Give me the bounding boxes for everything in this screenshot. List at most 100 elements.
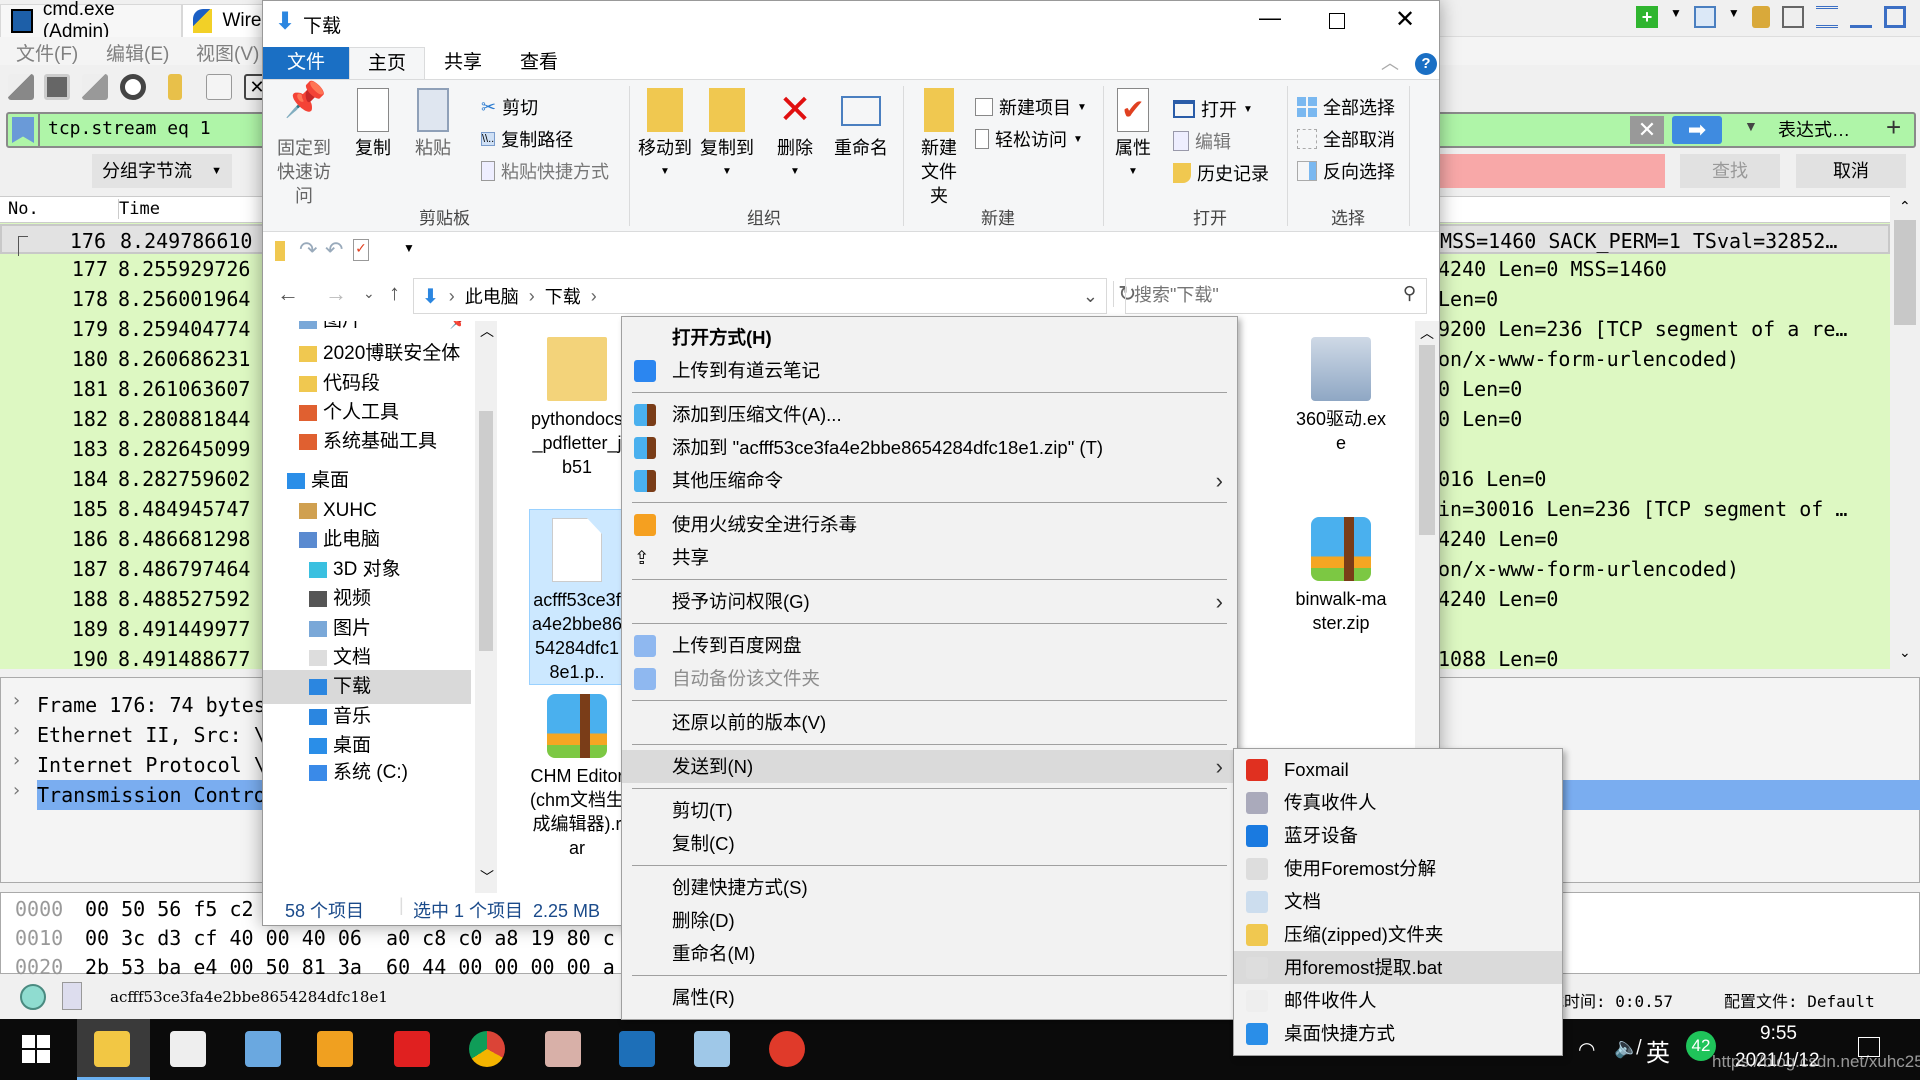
taskbar-photo-icon[interactable] [545, 1031, 581, 1067]
save-file-icon[interactable] [206, 74, 232, 100]
edit-button[interactable]: 编辑 [1173, 128, 1231, 154]
menu-item[interactable]: 属性(R) [622, 981, 1237, 1014]
collapse-ribbon-icon[interactable]: ︿ [1381, 49, 1399, 75]
delete-button[interactable]: ✕ 删除 ▼ [773, 88, 817, 184]
add-filter-button[interactable]: + [1886, 112, 1901, 143]
menu-file[interactable]: 文件(F) [16, 39, 78, 66]
back-button[interactable]: ← [277, 281, 299, 307]
menu-item[interactable]: 创建快捷方式(S) [622, 871, 1237, 904]
file-item[interactable]: acfff53ce3fa4e2bbe8654284dfc18e1.p.. [529, 509, 625, 685]
scrollbar-thumb[interactable] [479, 411, 493, 651]
menu-item[interactable]: 用foremost提取.bat [1234, 951, 1562, 984]
menu-item[interactable]: 还原以前的版本(V) [622, 706, 1237, 739]
easy-access-button[interactable]: 轻松访问 ▼ [975, 126, 1083, 152]
search-input[interactable] [1126, 279, 1376, 311]
tab-cmd[interactable]: cmd.exe (Admin) [0, 0, 182, 42]
lock-icon[interactable] [1751, 6, 1770, 28]
ribbon-tab-home[interactable]: 主页 [349, 47, 425, 80]
menu-item[interactable]: 蓝牙设备 [1234, 819, 1562, 852]
dropdown-icon[interactable]: ▼ [1728, 6, 1740, 28]
clear-filter-button[interactable]: ✕ [1630, 116, 1664, 144]
file-item[interactable]: pythondocs_pdfletter_jb51 [529, 329, 625, 479]
paste-shortcut-button[interactable]: 粘贴快捷方式 [481, 158, 609, 184]
options-icon[interactable] [120, 74, 146, 100]
scroll-down-icon[interactable]: ﹀ [480, 867, 494, 887]
copy-path-button[interactable]: \\.. 复制路径 [481, 126, 573, 152]
pin-quick-access-button[interactable]: 📌 固定到快速访问 [269, 83, 339, 208]
ribbon-tab-file[interactable]: 文件 [263, 47, 349, 79]
nav-item[interactable]: 系统 (C:) [263, 756, 471, 790]
open-button[interactable]: 打开 ▼ [1173, 96, 1253, 122]
expression-button[interactable]: 表达式… [1778, 116, 1850, 142]
menu-item[interactable]: 删除(D) [622, 904, 1237, 937]
address-box[interactable]: ⬇ › 此电脑 › 下载 › ⌄ [413, 278, 1107, 314]
menu-view[interactable]: 视图(V) [196, 39, 259, 66]
menu-item[interactable]: 剪切(T) [622, 794, 1237, 827]
file-item[interactable]: 360驱动.exe [1293, 329, 1389, 455]
nav-item[interactable]: 此电脑 [263, 523, 471, 557]
taskbar-file-explorer-icon[interactable] [94, 1031, 130, 1067]
menu-item[interactable]: 重命名(M) [622, 937, 1237, 970]
menu-item[interactable]: ⇪ 共享 [622, 541, 1237, 574]
menu-item[interactable]: 桌面快捷方式 [1234, 1017, 1562, 1050]
scrollbar-thumb[interactable] [1894, 220, 1916, 325]
menu-item[interactable]: 添加到 "acfff53ce3fa4e2bbe8654284dfc18e1.zi… [622, 431, 1237, 464]
file-item[interactable]: binwalk-master.zip [1293, 509, 1389, 635]
dropdown-icon[interactable]: ▼ [1670, 6, 1682, 28]
menu-item[interactable]: 发送到(N) › [622, 750, 1237, 783]
ribbon-tab-view[interactable]: 查看 [501, 47, 577, 79]
hex-row[interactable]: 0000 00 50 56 f5 c2 [15, 897, 254, 921]
packet-list-scrollbar[interactable]: ⌃ ⌄ [1890, 196, 1920, 669]
find-input[interactable] [1440, 154, 1665, 188]
taskbar-foxit-g-icon[interactable] [394, 1031, 430, 1067]
menu-item[interactable]: 文档 [1234, 885, 1562, 918]
breadcrumb-downloads[interactable]: 下载 [545, 283, 581, 309]
properties-button[interactable]: ✔ 属性 ▼ [1111, 88, 1155, 184]
nav-item[interactable]: 图片 📌 [263, 321, 471, 338]
menu-edit[interactable]: 编辑(E) [106, 39, 169, 66]
taskbar-search-doc-icon[interactable] [317, 1031, 353, 1067]
nav-item[interactable]: 视频 [263, 582, 471, 616]
chevron-right-icon[interactable]: › [11, 690, 22, 711]
restart-capture-icon[interactable] [82, 74, 108, 100]
chevron-right-icon[interactable]: › [11, 720, 22, 741]
layout-icon[interactable] [1781, 6, 1804, 28]
menu-item[interactable]: 自动备份该文件夹 [622, 662, 1237, 695]
copy-to-button[interactable]: 复制到 ▼ [699, 88, 755, 184]
menu-item[interactable]: 压缩(zipped)文件夹 [1234, 918, 1562, 951]
menu-item[interactable]: 授予访问权限(G) › [622, 585, 1237, 618]
taskbar-calculator-icon[interactable] [245, 1031, 281, 1067]
menu-item[interactable]: 上传到有道云笔记 [622, 354, 1237, 387]
paste-button[interactable]: 粘贴 [411, 88, 455, 160]
stop-capture-icon[interactable] [44, 74, 70, 100]
taskbar-notepad-icon[interactable] [694, 1031, 730, 1067]
column-time[interactable]: Time [118, 199, 160, 219]
invert-selection-button[interactable]: 反向选择 [1297, 158, 1395, 184]
scroll-up-icon[interactable]: ⌃ [1899, 198, 1911, 215]
menu-item[interactable]: 打开方式(H) [622, 321, 1237, 354]
chevron-right-icon[interactable]: › [11, 780, 22, 801]
chevron-right-icon[interactable]: › [11, 750, 22, 771]
recent-locations-button[interactable]: ⌄ [363, 285, 375, 302]
file-item[interactable]: CHM Editor(chm文档生成编辑器).rar [529, 686, 625, 860]
menu-item[interactable]: 邮件收件人 [1234, 984, 1562, 1017]
menu-item[interactable]: 复制(C) [622, 827, 1237, 860]
menu-item[interactable]: Foxmail [1234, 753, 1562, 786]
cancel-find-button[interactable]: 取消 [1796, 154, 1906, 188]
volume-muted-icon[interactable]: 🔈̸ [1614, 1035, 1639, 1060]
select-all-button[interactable]: 全部选择 [1297, 94, 1395, 120]
forward-button[interactable]: → [325, 281, 347, 307]
hex-row[interactable]: 0010 00 3c d3 cf 40 00 40 06 a0 c8 c0 a8 … [15, 926, 615, 950]
taskbar-notepad-plus-icon[interactable] [170, 1031, 206, 1067]
taskbar-chrome-icon[interactable] [469, 1031, 505, 1067]
scroll-down-icon[interactable]: ⌄ [1899, 644, 1911, 661]
properties-icon[interactable]: ✓ [353, 239, 369, 261]
address-dropdown-icon[interactable]: ⌄ [1083, 286, 1098, 307]
apply-filter-button[interactable]: ➡ [1672, 116, 1722, 144]
bookmark-icon[interactable] [12, 117, 34, 143]
folder-icon[interactable] [275, 241, 285, 261]
nav-item[interactable]: 2020博联安全体 [263, 337, 471, 371]
select-none-button[interactable]: 全部取消 [1297, 126, 1395, 152]
help-icon[interactable]: ? [1415, 53, 1437, 75]
column-no[interactable]: No. [8, 199, 39, 219]
